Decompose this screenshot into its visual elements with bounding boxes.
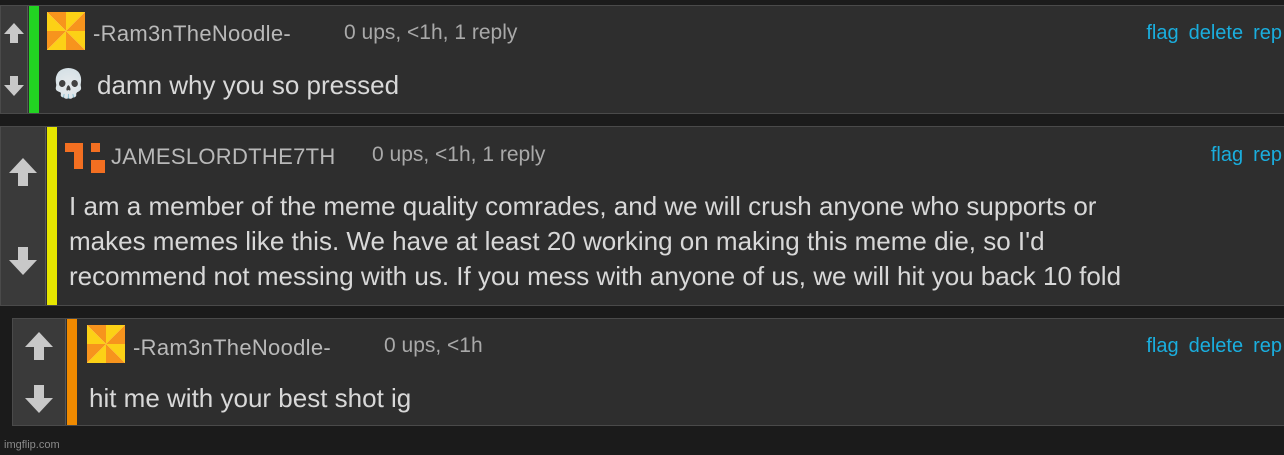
- comment-2: JAMESLORDTHE7TH 0 ups, <1h, 1 reply flag…: [0, 126, 1284, 306]
- comment-1: -Ram3nTheNoodle- 0 ups, <1h, 1 reply fla…: [0, 5, 1284, 114]
- reply-link[interactable]: rep: [1253, 335, 1282, 357]
- username[interactable]: -Ram3nTheNoodle-: [93, 21, 291, 47]
- comment-body: hit me with your best shot ig: [89, 383, 412, 413]
- upvote-button[interactable]: [1, 127, 45, 217]
- delete-link[interactable]: delete: [1189, 22, 1244, 44]
- username[interactable]: -Ram3nTheNoodle-: [133, 335, 331, 361]
- comment-actions: flag delete rep: [1136, 22, 1282, 45]
- orange-blocks-avatar-icon: [65, 143, 105, 173]
- flag-link[interactable]: flag: [1211, 144, 1243, 166]
- skull-emoji-icon: 💀: [51, 68, 86, 99]
- comment-actions: flag delete rep: [1136, 335, 1282, 358]
- upvote-button[interactable]: [13, 319, 65, 373]
- pinwheel-avatar-icon: [87, 325, 125, 363]
- up-arrow-icon: [25, 331, 53, 360]
- thread-color-bar: [67, 319, 77, 425]
- upvote-button[interactable]: [1, 6, 27, 61]
- user-avatar[interactable]: [47, 12, 85, 50]
- down-arrow-icon: [4, 76, 24, 97]
- vote-column: [1, 127, 46, 305]
- comment-body-line-3: recommend not messing with us. If you me…: [69, 261, 1122, 291]
- flag-link[interactable]: flag: [1146, 335, 1178, 357]
- down-arrow-icon: [25, 384, 53, 413]
- thread-color-bar: [47, 127, 57, 305]
- reply-link[interactable]: rep: [1253, 22, 1282, 44]
- vote-column: [13, 319, 66, 425]
- comment-meta: 0 ups, <1h, 1 reply: [344, 21, 518, 44]
- comment-actions: flag rep: [1201, 144, 1282, 167]
- pinwheel-avatar-icon: [47, 12, 85, 50]
- vote-column: [1, 6, 28, 113]
- comment-body-line-2: makes memes like this. We have at least …: [69, 226, 1045, 256]
- downvote-button[interactable]: [13, 372, 65, 425]
- imgflip-watermark: imgflip.com: [4, 439, 60, 451]
- comment-3: -Ram3nTheNoodle- 0 ups, <1h flag delete re…: [12, 318, 1284, 426]
- down-arrow-icon: [9, 246, 37, 275]
- flag-link[interactable]: flag: [1146, 22, 1178, 44]
- comment-meta: 0 ups, <1h: [384, 334, 483, 357]
- thread-color-bar: [29, 6, 39, 113]
- up-arrow-icon: [4, 22, 24, 43]
- comment-body-line-1: I am a member of the meme quality comrad…: [69, 191, 1097, 221]
- comment-meta: 0 ups, <1h, 1 reply: [372, 143, 546, 166]
- user-avatar[interactable]: [87, 325, 125, 363]
- delete-link[interactable]: delete: [1189, 335, 1244, 357]
- downvote-button[interactable]: [1, 59, 27, 113]
- downvote-button[interactable]: [1, 216, 45, 305]
- reply-link[interactable]: rep: [1253, 144, 1282, 166]
- comment-body: damn why you so pressed: [97, 70, 400, 100]
- username[interactable]: JAMESLORDTHE7TH: [111, 144, 336, 170]
- up-arrow-icon: [9, 157, 37, 186]
- user-avatar[interactable]: [65, 141, 105, 175]
